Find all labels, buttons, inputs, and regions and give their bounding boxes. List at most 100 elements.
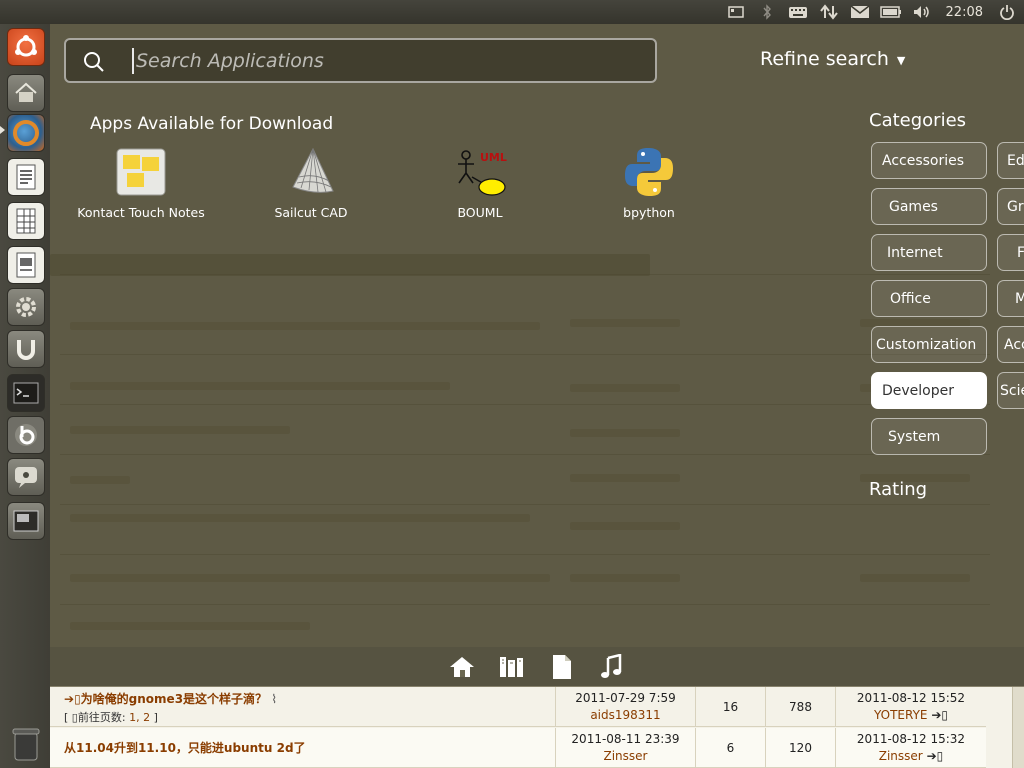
trash-icon[interactable] [7, 724, 45, 764]
power-icon[interactable] [996, 0, 1018, 24]
writer-icon[interactable] [7, 158, 45, 196]
topic-author-link[interactable]: Zinsser [556, 749, 695, 763]
text-cursor [132, 48, 134, 74]
python-icon [621, 146, 677, 198]
battery-icon[interactable] [879, 0, 902, 24]
apps-heading: Apps Available for Download [90, 114, 334, 134]
category-science-partial[interactable]: Scie [997, 372, 1024, 409]
home-folder-icon[interactable] [7, 74, 45, 112]
arrow-right-icon: ➔ [64, 692, 75, 706]
search-icon [82, 50, 106, 78]
last-post-author-link[interactable]: Zinsser ➔▯ [836, 749, 986, 763]
rating-heading: Rating [869, 479, 928, 500]
last-post-cell: 2011-08-12 15:32 Zinsser ➔▯ [836, 728, 986, 768]
category-system[interactable]: System [871, 418, 987, 455]
page-links: [ ▯前往页数: 1, 2 ] [64, 711, 158, 724]
refine-search-button[interactable]: Refine search ▼ [760, 48, 905, 70]
category-office[interactable]: Office [871, 280, 987, 317]
calc-icon[interactable] [7, 202, 45, 240]
paperclip-icon: ⌇ [271, 692, 278, 706]
bittorrent-icon[interactable] [7, 416, 45, 454]
category-graphics-partial[interactable]: Gr [997, 188, 1024, 225]
last-post-date: 2011-08-12 15:52 [856, 691, 966, 705]
volume-icon[interactable] [911, 0, 933, 24]
topic-date: 2011-07-29 7:59 [575, 691, 676, 705]
top-panel: 22:08 [0, 0, 1024, 24]
uml-icon: UML [452, 146, 508, 198]
search-input[interactable] [136, 46, 636, 76]
author-cell: 2011-08-11 23:39 Zinsser [556, 728, 696, 768]
topic-cell: ➔▯为啥俺的gnome3是这个样子滴？ ⌇ [ ▯前往页数: 1, 2 ] [50, 687, 556, 727]
app-bpython[interactable]: bpython [564, 146, 734, 226]
apps-lens-icon[interactable] [497, 652, 527, 682]
home-lens-icon[interactable] [447, 652, 477, 682]
search-box[interactable] [64, 38, 657, 83]
category-developer[interactable]: Developer [871, 372, 987, 409]
topic-cell: 从11.04升到11.10，只能进ubuntu 2d了 [50, 728, 556, 768]
topic-author-link[interactable]: aids198311 [556, 708, 695, 722]
document-icon: ▯ [74, 692, 81, 706]
keyboard-icon[interactable] [787, 0, 809, 24]
refine-search-label: Refine search [760, 48, 889, 70]
views-cell: 120 [766, 728, 836, 768]
app-kontact-touch-notes[interactable]: Kontact Touch Notes [56, 146, 226, 226]
table-row[interactable]: 从11.04升到11.10，只能进ubuntu 2d了 2011-08-11 2… [50, 728, 986, 768]
topic-title-link[interactable]: 从11.04升到11.10，只能进ubuntu 2d了 [64, 739, 306, 756]
lens-bar [50, 647, 1024, 687]
category-accessories[interactable]: Accessories [871, 142, 987, 179]
files-lens-icon[interactable] [547, 652, 577, 682]
bluetooth-icon[interactable] [756, 0, 778, 24]
reply-count: 6 [726, 741, 735, 755]
system-tray: 22:08 [725, 0, 1018, 24]
chat-icon[interactable] [7, 458, 45, 496]
software-center-icon[interactable] [7, 330, 45, 368]
goto-last-post-icon[interactable]: ➔▯ [927, 749, 944, 763]
author-cell: 2011-07-29 7:59 aids198311 [556, 687, 696, 727]
category-media-partial[interactable]: M [997, 280, 1024, 317]
views-cell: 788 [766, 687, 836, 727]
table-row[interactable]: ➔▯为啥俺的gnome3是这个样子滴？ ⌇ [ ▯前往页数: 1, 2 ] 20… [50, 687, 986, 727]
last-post-author-link[interactable]: YOTERYE ➔▯ [836, 708, 986, 722]
app-sailcut-cad[interactable]: Sailcut CAD [226, 146, 396, 226]
uml-badge: UML [480, 151, 507, 164]
app-bouml[interactable]: UML BOUML [395, 146, 565, 226]
terminal-icon[interactable] [7, 374, 45, 412]
topic-date: 2011-08-11 23:39 [571, 732, 680, 746]
category-education-partial[interactable]: Ed [997, 142, 1024, 179]
sail-icon [283, 146, 339, 198]
running-indicator [0, 126, 5, 134]
ubuntu-logo-icon[interactable] [7, 28, 45, 66]
app-label: BOUML [457, 205, 503, 220]
page-number-links[interactable]: 1, 2 [129, 711, 150, 724]
storage-icon[interactable] [725, 0, 747, 24]
category-accessibility-partial[interactable]: Acc [997, 326, 1024, 363]
last-post-cell: 2011-08-12 15:52 YOTERYE ➔▯ [836, 687, 986, 727]
category-games[interactable]: Games [871, 188, 987, 225]
network-icon[interactable] [818, 0, 840, 24]
page-scrollbar[interactable] [1012, 687, 1024, 768]
chevron-down-icon: ▼ [896, 54, 906, 67]
app-label: Kontact Touch Notes [77, 205, 205, 220]
view-count: 120 [789, 741, 812, 755]
last-post-date: 2011-08-12 15:32 [856, 732, 966, 746]
settings-icon[interactable] [7, 288, 45, 326]
category-fonts-partial[interactable]: F [997, 234, 1024, 271]
goto-last-post-icon[interactable]: ➔▯ [931, 708, 948, 722]
impress-icon[interactable] [7, 246, 45, 284]
forum-topic-list: ➔▯为啥俺的gnome3是这个样子滴？ ⌇ [ ▯前往页数: 1, 2 ] 20… [50, 687, 1024, 768]
mail-icon[interactable] [849, 0, 871, 24]
screenshot-icon[interactable] [7, 502, 45, 540]
music-lens-icon[interactable] [597, 652, 627, 682]
firefox-icon[interactable] [7, 114, 45, 152]
dash-overlay: Refine search ▼ Apps Available for Downl… [50, 24, 1024, 686]
notes-icon [113, 146, 169, 198]
app-label: Sailcut CAD [274, 205, 348, 220]
reply-count: 16 [722, 700, 739, 714]
replies-cell: 6 [696, 728, 766, 768]
topic-title-link[interactable]: ➔▯为啥俺的gnome3是这个样子滴？ ⌇ [64, 690, 277, 707]
category-internet[interactable]: Internet [871, 234, 987, 271]
app-label: bpython [623, 205, 675, 220]
launcher [0, 24, 50, 768]
category-customization[interactable]: Customization [871, 326, 987, 363]
clock[interactable]: 22:08 [942, 5, 987, 20]
